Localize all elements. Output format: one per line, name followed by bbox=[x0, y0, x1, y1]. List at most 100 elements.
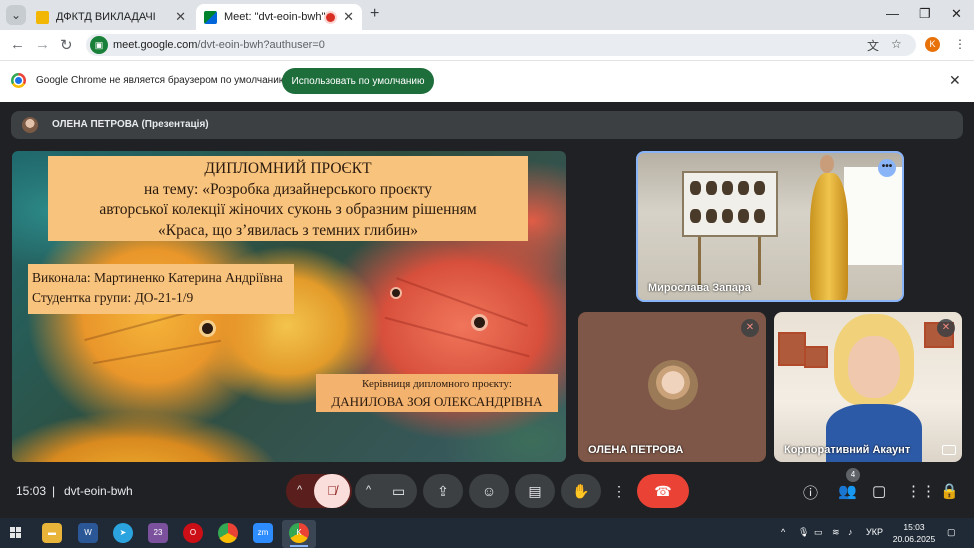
hang-up-icon: ☎ bbox=[654, 483, 672, 499]
url-text[interactable]: meet.google.com/dvt-eoin-bwh?authuser=0 bbox=[113, 39, 325, 51]
host-controls-icon[interactable]: 🔒 bbox=[940, 482, 959, 500]
battery-icon[interactable]: ▭ bbox=[814, 527, 823, 538]
more-options-icon[interactable]: ••• bbox=[878, 159, 896, 177]
fish-eye-right bbox=[474, 317, 485, 328]
tab-title: ДФКТД ВИКЛАДАЧІ bbox=[56, 11, 156, 23]
windows-start-icon[interactable] bbox=[10, 527, 22, 539]
volume-icon[interactable]: ♪ bbox=[848, 527, 853, 537]
zoom-label: zm bbox=[257, 528, 269, 537]
notifications-icon[interactable]: ▢ bbox=[947, 527, 956, 538]
clock-date: 20.06.2025 bbox=[892, 534, 936, 544]
chrome-profile-icon[interactable]: K bbox=[289, 523, 309, 543]
tab-search-button[interactable]: ⌄ bbox=[6, 5, 26, 25]
slide-author-line: Виконала: Мартиненко Катерина Андріївна bbox=[32, 270, 283, 285]
more-options-button[interactable]: ⋮ bbox=[607, 474, 631, 508]
participant-tile-miroslava[interactable]: ••• Мирослава Запара bbox=[636, 151, 904, 302]
site-info-icon[interactable]: ▣ bbox=[90, 36, 108, 54]
forward-icon[interactable]: → bbox=[35, 36, 50, 53]
emoji-icon: ☺ bbox=[481, 483, 497, 499]
restore-button[interactable]: ❐ bbox=[919, 6, 931, 22]
raise-hand-button[interactable]: ✋ bbox=[561, 474, 601, 508]
new-tab-button[interactable]: + bbox=[370, 5, 379, 23]
mic-off-icon: ✕ bbox=[741, 319, 759, 337]
presenter-avatar bbox=[22, 117, 38, 133]
chrome-logo-icon bbox=[11, 73, 26, 88]
wall-picture bbox=[804, 346, 828, 368]
slide-author-box: Виконала: Мартиненко Катерина Андріївна … bbox=[28, 264, 294, 314]
minimize-button[interactable]: — bbox=[886, 6, 899, 21]
close-tab-icon[interactable]: ✕ bbox=[175, 9, 186, 25]
file-explorer-icon[interactable]: ▬ bbox=[42, 523, 62, 543]
participant-tile-olena[interactable]: ✕ ОЛЕНА ПЕТРОВА bbox=[578, 312, 766, 462]
camera-button[interactable]: ^ ▭ bbox=[355, 474, 417, 508]
zoom-icon[interactable]: zm bbox=[253, 523, 273, 543]
input-language[interactable]: УКР bbox=[866, 527, 883, 537]
browser-menu-icon[interactable]: ⋮ bbox=[954, 37, 966, 51]
translate-icon[interactable]: 文 bbox=[867, 37, 879, 54]
participant-name: Мирослава Запара bbox=[648, 282, 751, 294]
close-tab-icon[interactable]: ✕ bbox=[343, 9, 354, 25]
tray-overflow-icon[interactable]: ^ bbox=[781, 527, 785, 537]
taskbar-clock[interactable]: 15:03 20.06.2025 bbox=[886, 521, 942, 545]
mic-off-icon: 🎙̸ bbox=[327, 483, 337, 498]
tab-meet[interactable]: Meet: "dvt-eoin-bwh" ✕ bbox=[196, 4, 362, 30]
emoji-reactions-button[interactable]: ☺ bbox=[469, 474, 509, 508]
reload-icon[interactable]: ↻ bbox=[60, 36, 73, 54]
participant-name: ОЛЕНА ПЕТРОВА bbox=[588, 444, 684, 456]
viber-icon[interactable]: 23 bbox=[148, 523, 168, 543]
chrome-profile-badge: K bbox=[296, 528, 302, 537]
pip-icon[interactable] bbox=[942, 445, 956, 455]
set-default-button[interactable]: Использовать по умолчанию bbox=[282, 68, 434, 94]
participant-count-badge: 4 bbox=[846, 468, 860, 482]
slide-title-line: авторської колекції жіночих суконь з обр… bbox=[99, 201, 477, 218]
close-window-button[interactable]: ✕ bbox=[951, 6, 962, 22]
model-in-gold-dress bbox=[806, 153, 850, 300]
chat-icon[interactable]: ▢ bbox=[872, 482, 886, 500]
participant-video bbox=[826, 312, 922, 462]
active-app-indicator bbox=[290, 545, 308, 547]
camera-icon: ▭ bbox=[392, 483, 406, 499]
infobar-close-icon[interactable]: ✕ bbox=[949, 72, 961, 89]
supervisor-label: Керівниця дипломного проєкту: bbox=[362, 378, 512, 390]
bookmark-star-icon[interactable]: ☆ bbox=[891, 37, 902, 51]
meeting-info-icon[interactable]: ⓘ bbox=[803, 482, 818, 503]
meet-icon bbox=[204, 10, 217, 24]
infobar-message: Google Chrome не является браузером по у… bbox=[36, 75, 290, 86]
slide-title-line: «Краса, що з’явилась з темних глибин» bbox=[158, 221, 418, 239]
present-screen-icon: ⇪ bbox=[437, 483, 449, 499]
mic-off-icon: ✕ bbox=[937, 319, 955, 337]
slide-supervisor-box: Керівниця дипломного проєкту: ДАНИЛОВА З… bbox=[316, 374, 558, 412]
tab-title: Meet: "dvt-eoin-bwh" bbox=[224, 11, 326, 23]
viber-badge: 23 bbox=[153, 528, 163, 537]
leave-call-button[interactable]: ☎ bbox=[637, 474, 689, 508]
activities-icon[interactable]: ⋮⋮ bbox=[906, 482, 936, 500]
slide-author-line: Студентка групи: ДО-21-1/9 bbox=[32, 290, 194, 305]
present-screen-button[interactable]: ⇪ bbox=[423, 474, 463, 508]
chevron-up-icon: ^ bbox=[297, 484, 303, 496]
wall-picture bbox=[778, 332, 806, 366]
captions-button[interactable]: ▤ bbox=[515, 474, 555, 508]
clock-time: 15:03 bbox=[903, 522, 925, 532]
back-icon[interactable]: ← bbox=[10, 36, 25, 53]
hand-icon: ✋ bbox=[572, 483, 590, 499]
slide-title-box: ДИПЛОМНИЙ ПРОЄКТ на тему: «Розробка диза… bbox=[48, 156, 528, 241]
supervisor-name: ДАНИЛОВА ЗОЯ ОЛЕКСАНДРІВНА bbox=[331, 394, 543, 409]
microphone-toggle-button[interactable]: 🎙̸ bbox=[314, 474, 350, 508]
tab-dfktd[interactable]: ДФКТД ВИКЛАДАЧІ ✕ bbox=[28, 4, 194, 30]
telegram-icon[interactable]: ➤ bbox=[113, 523, 133, 543]
opera-icon[interactable]: O bbox=[183, 523, 203, 543]
microphone-tray-icon[interactable]: 🎙 bbox=[798, 527, 809, 538]
profile-avatar[interactable]: K bbox=[925, 37, 940, 52]
url-host: meet.google.com bbox=[113, 39, 198, 51]
more-vert-icon: ⋮ bbox=[612, 483, 626, 499]
chrome-icon[interactable] bbox=[218, 523, 238, 543]
separator: | bbox=[52, 484, 56, 498]
wifi-icon[interactable]: ≋ bbox=[832, 527, 840, 538]
word-icon[interactable]: W bbox=[78, 523, 98, 543]
windows-taskbar bbox=[0, 518, 974, 548]
presenter-label: ОЛЕНА ПЕТРОВА (Презентація) bbox=[52, 119, 209, 130]
chevron-up-icon: ^ bbox=[366, 484, 372, 496]
people-icon[interactable]: 👥 bbox=[838, 482, 857, 500]
recording-indicator-icon bbox=[326, 12, 336, 22]
participant-tile-corporate[interactable]: ✕ Корпоративний Акаунт bbox=[774, 312, 962, 462]
